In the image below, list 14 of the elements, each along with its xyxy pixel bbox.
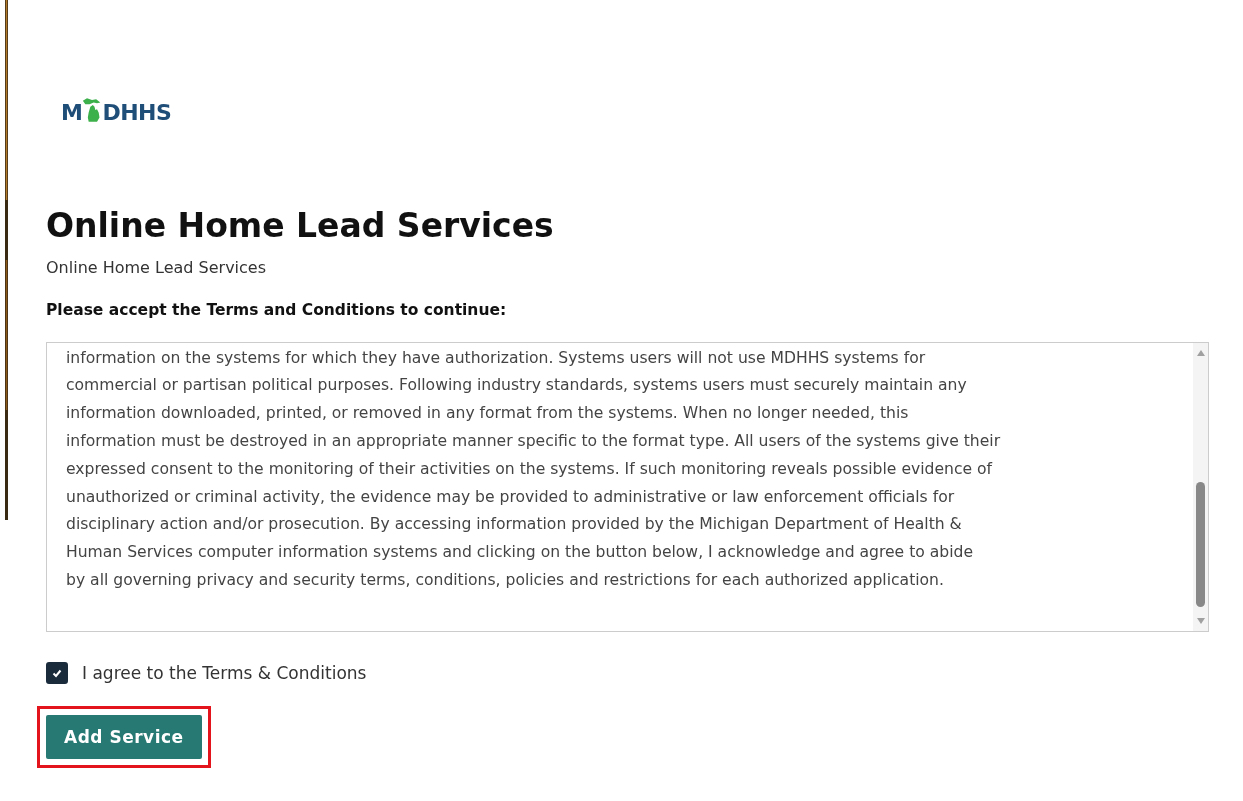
logo-letter: M: [61, 102, 83, 124]
terms-text: information on the systems for which they have authorization. Systems users will not use MDHHS systems for commercial or partisan political purposes. Following industry standards, systems users must securely maintain any information downloaded, printed, or removed in any format from the systems. When no longer needed, this information must be destroyed in an appropriate manner specific to the format type. All users of the systems give their expressed consent to the monitoring of their activities on the systems. If such monitoring reveals possible evidence of unauthorized or criminal activity, the evidence may be provided to administrative or law enforcement officials for disciplinary action and/or prosecution. By accessing information provided by the Michigan Department of Health & Human Services computer information systems and clicking on the button below, I acknowledge and agree to abide by all governing privacy and security terms, conditions, policies and restrictions for each authorized application.: [65, 347, 1001, 591]
scroll-down-icon[interactable]: [1195, 616, 1206, 625]
terms-prompt: Please accept the Terms and Conditions to continue:: [46, 300, 508, 319]
page-title: Online Home Lead Services: [46, 206, 555, 246]
scroll-up-icon[interactable]: [1195, 348, 1206, 357]
michigan-map-icon: [82, 95, 103, 125]
add-service-button[interactable]: Add Service: [46, 714, 202, 759]
scrollbar-thumb[interactable]: [1196, 481, 1205, 607]
agree-checkbox[interactable]: [46, 661, 68, 684]
page-subtitle: Online Home Lead Services: [46, 257, 268, 277]
agree-label: I agree to the Terms & Conditions: [82, 662, 367, 683]
logo-text: DHHS: [102, 102, 172, 124]
terms-textbox[interactable]: [46, 341, 1209, 632]
